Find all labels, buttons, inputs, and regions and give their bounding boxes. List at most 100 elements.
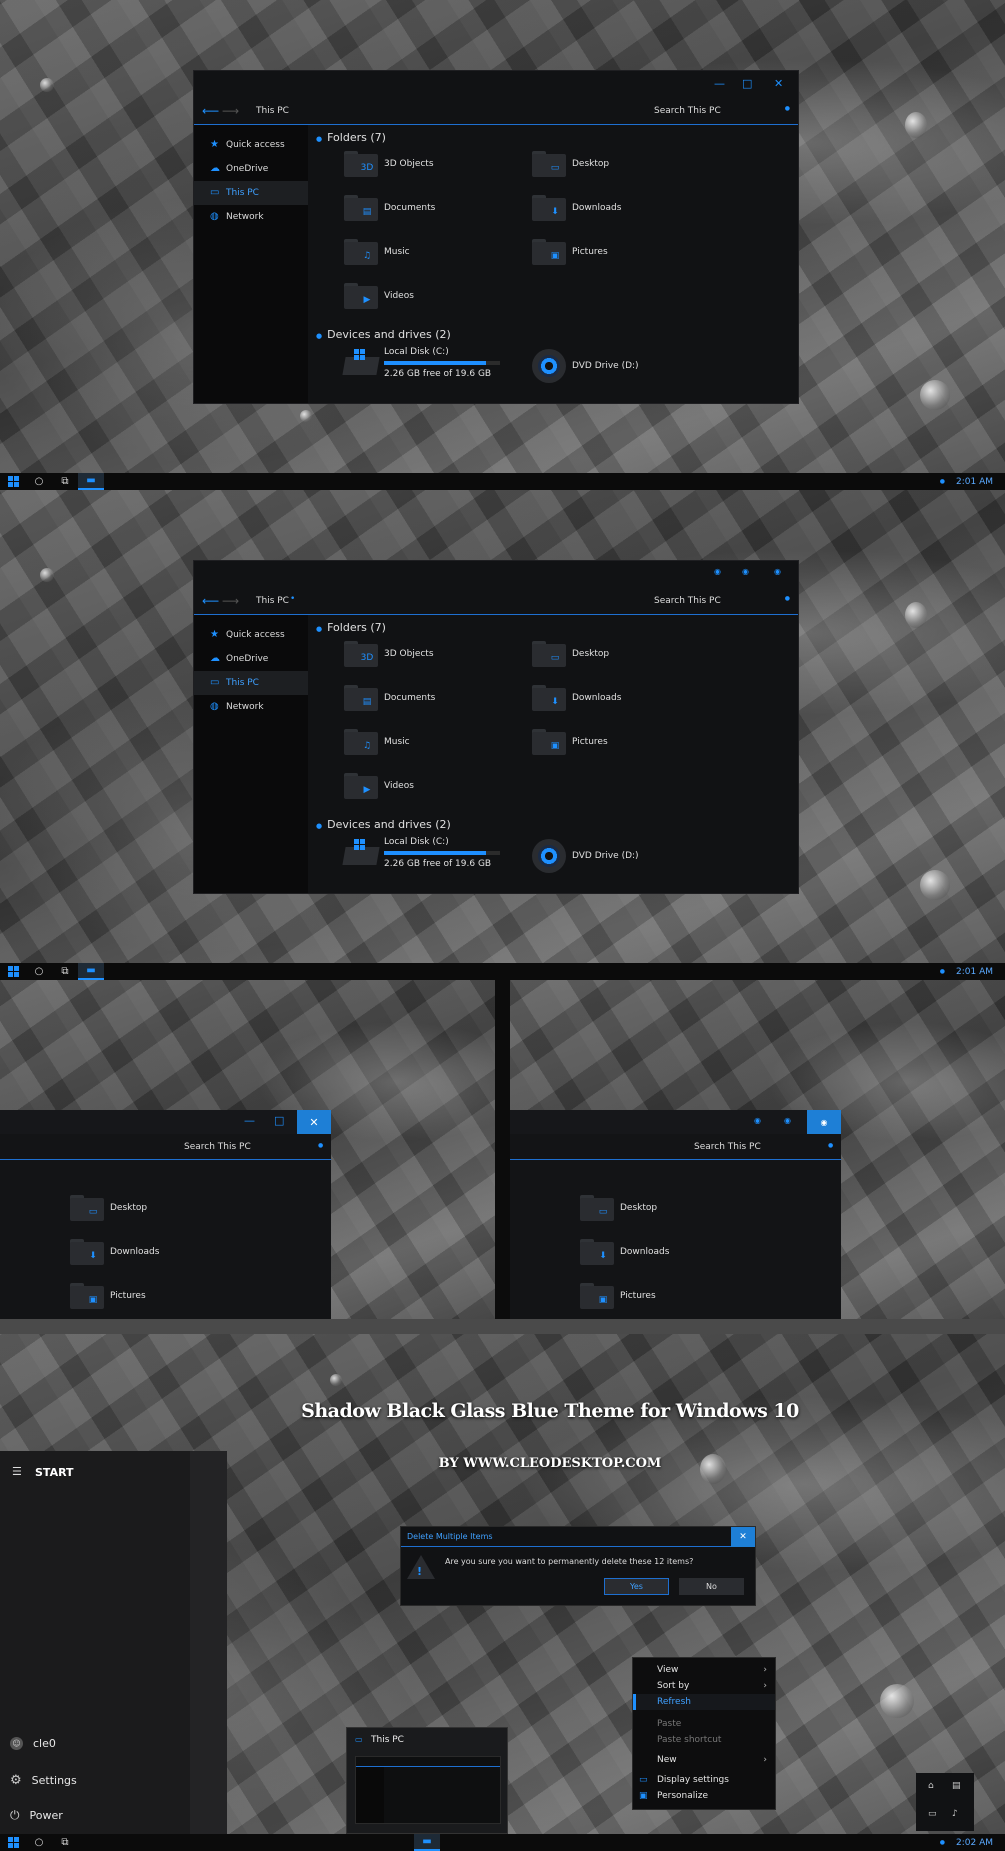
devices-header[interactable]: ● Devices and drives (2) [316,328,451,341]
nav-item-this-pc[interactable]: ▭ This PC [194,671,308,695]
explorer-taskbar-icon[interactable]: ▬ [78,473,104,490]
close-button[interactable]: ◉ [774,567,781,576]
folder-videos[interactable]: ▶ Videos [344,283,414,309]
address-path[interactable]: This PC [256,596,289,606]
search-icon[interactable]: ○ [26,473,52,490]
folder-pictures[interactable]: ▣ Pictures [70,1283,146,1309]
menu-item-paste[interactable]: Paste [633,1716,775,1732]
menu-item-paste-shortcut[interactable]: Paste shortcut [633,1732,775,1748]
back-arrow-icon[interactable]: ⟵ [202,104,219,118]
search-icon[interactable]: ● [828,1142,833,1149]
start-button[interactable] [0,1834,26,1851]
nav-item-network[interactable]: ◍ Network [194,205,308,229]
maximize-button[interactable]: ◉ [784,1116,791,1125]
nav-item-onedrive[interactable]: ☁ OneDrive [194,647,308,671]
minimize-button[interactable]: ◉ [754,1116,761,1125]
user-account[interactable]: ☺ cle0 [10,1737,56,1750]
drive-c[interactable]: Local Disk (C:) 2.26 GB free of 19.6 GB [342,837,500,869]
power-item[interactable]: ⏻ Power [10,1808,63,1823]
nav-item-network[interactable]: ◍ Network [194,695,308,719]
dropdown-icon[interactable]: • [290,594,295,604]
task-view-icon[interactable]: ⧉ [52,1834,78,1851]
tray-icon[interactable]: ● [940,1839,945,1846]
start-button[interactable] [0,963,26,980]
clock[interactable]: 2:02 AM [956,1838,993,1848]
search-input[interactable]: Search This PC [654,596,721,606]
drive-c[interactable]: Local Disk (C:) 2.26 GB free of 19.6 GB [342,347,500,379]
close-button-hover[interactable]: ◉ [807,1110,841,1134]
folder-downloads[interactable]: ⬇ Downloads [580,1239,669,1265]
folder-videos[interactable]: ▶ Videos [344,773,414,799]
tray-icon[interactable]: ● [940,968,945,975]
explorer-taskbar-icon[interactable]: ▬ [414,1834,440,1851]
folder-3d-objects[interactable]: 3D 3D Objects [344,641,434,667]
minimize-button[interactable]: — [714,77,725,90]
dialog-close-button[interactable]: ✕ [731,1527,755,1547]
close-button[interactable]: ✕ [774,77,783,90]
folder-pictures[interactable]: ▣ Pictures [580,1283,656,1309]
folders-header[interactable]: ● Folders (7) [316,621,386,634]
menu-item-sort-by[interactable]: Sort by › [633,1678,775,1694]
network-icon[interactable]: ▭ [928,1809,937,1819]
address-path[interactable]: This PC [256,106,289,116]
settings-item[interactable]: ⚙ Settings [10,1773,77,1788]
menu-item-new[interactable]: New › [633,1752,775,1768]
drive-d[interactable]: DVD Drive (D:) [532,839,639,873]
menu-item-refresh[interactable]: Refresh [633,1694,775,1710]
nav-item-onedrive[interactable]: ☁ OneDrive [194,157,308,181]
clock[interactable]: 2:01 AM [956,477,993,487]
nav-item-this-pc[interactable]: ▭ This PC [194,181,308,205]
explorer-taskbar-icon[interactable]: ▬ [78,963,104,980]
search-icon[interactable]: ○ [26,963,52,980]
menu-item-personalize[interactable]: ▣ Personalize [633,1788,775,1804]
keyboard-icon[interactable]: ▤ [952,1781,961,1791]
minimize-button[interactable]: ◉ [714,567,721,576]
folder-desktop[interactable]: ▭ Desktop [580,1195,657,1221]
folder-documents[interactable]: ▤ Documents [344,195,435,221]
folder-music[interactable]: ♫ Music [344,729,410,755]
devices-header[interactable]: ● Devices and drives (2) [316,818,451,831]
folder-pictures[interactable]: ▣ Pictures [532,239,608,265]
folder-desktop[interactable]: ▭ Desktop [532,641,609,667]
folder-3d-objects[interactable]: 3D 3D Objects [344,151,434,177]
menu-item-view[interactable]: View › [633,1662,775,1678]
tray-icon[interactable]: ● [940,478,945,485]
folder-downloads[interactable]: ⬇ Downloads [532,195,621,221]
task-view-icon[interactable]: ⧉ [52,473,78,490]
close-button-hover[interactable]: ✕ [297,1110,331,1134]
folder-downloads[interactable]: ⬇ Downloads [70,1239,159,1265]
maximize-button[interactable]: □ [274,1114,284,1127]
search-icon[interactable]: ● [785,105,790,112]
task-view-icon[interactable]: ⧉ [52,963,78,980]
yes-button[interactable]: Yes [604,1578,669,1595]
folder-desktop[interactable]: ▭ Desktop [532,151,609,177]
clock[interactable]: 2:01 AM [956,967,993,977]
folders-header[interactable]: ● Folders (7) [316,131,386,144]
menu-item-display-settings[interactable]: ▭ Display settings [633,1772,775,1788]
search-icon[interactable]: ● [785,595,790,602]
search-input[interactable]: Search This PC [694,1142,761,1152]
search-input[interactable]: Search This PC [184,1142,251,1152]
folder-downloads[interactable]: ⬇ Downloads [532,685,621,711]
usb-icon[interactable]: ⌂ [928,1781,934,1791]
search-icon[interactable]: ● [318,1142,323,1149]
start-button[interactable] [0,473,26,490]
forward-arrow-icon[interactable]: ⟶ [222,594,239,608]
maximize-button[interactable]: □ [742,77,752,90]
nav-item-quick-access[interactable]: ★ Quick access [194,133,308,157]
search-icon[interactable]: ○ [26,1834,52,1851]
volume-icon[interactable]: ♪ [952,1809,958,1819]
maximize-button[interactable]: ◉ [742,567,749,576]
folder-pictures[interactable]: ▣ Pictures [532,729,608,755]
nav-item-quick-access[interactable]: ★ Quick access [194,623,308,647]
drive-d[interactable]: DVD Drive (D:) [532,349,639,383]
taskbar-thumbnail[interactable]: ▭ This PC [346,1727,508,1834]
back-arrow-icon[interactable]: ⟵ [202,594,219,608]
forward-arrow-icon[interactable]: ⟶ [222,104,239,118]
folder-documents[interactable]: ▤ Documents [344,685,435,711]
hamburger-icon[interactable]: ☰ [12,1465,22,1478]
search-input[interactable]: Search This PC [654,106,721,116]
minimize-button[interactable]: — [244,1114,255,1127]
folder-desktop[interactable]: ▭ Desktop [70,1195,147,1221]
folder-music[interactable]: ♫ Music [344,239,410,265]
